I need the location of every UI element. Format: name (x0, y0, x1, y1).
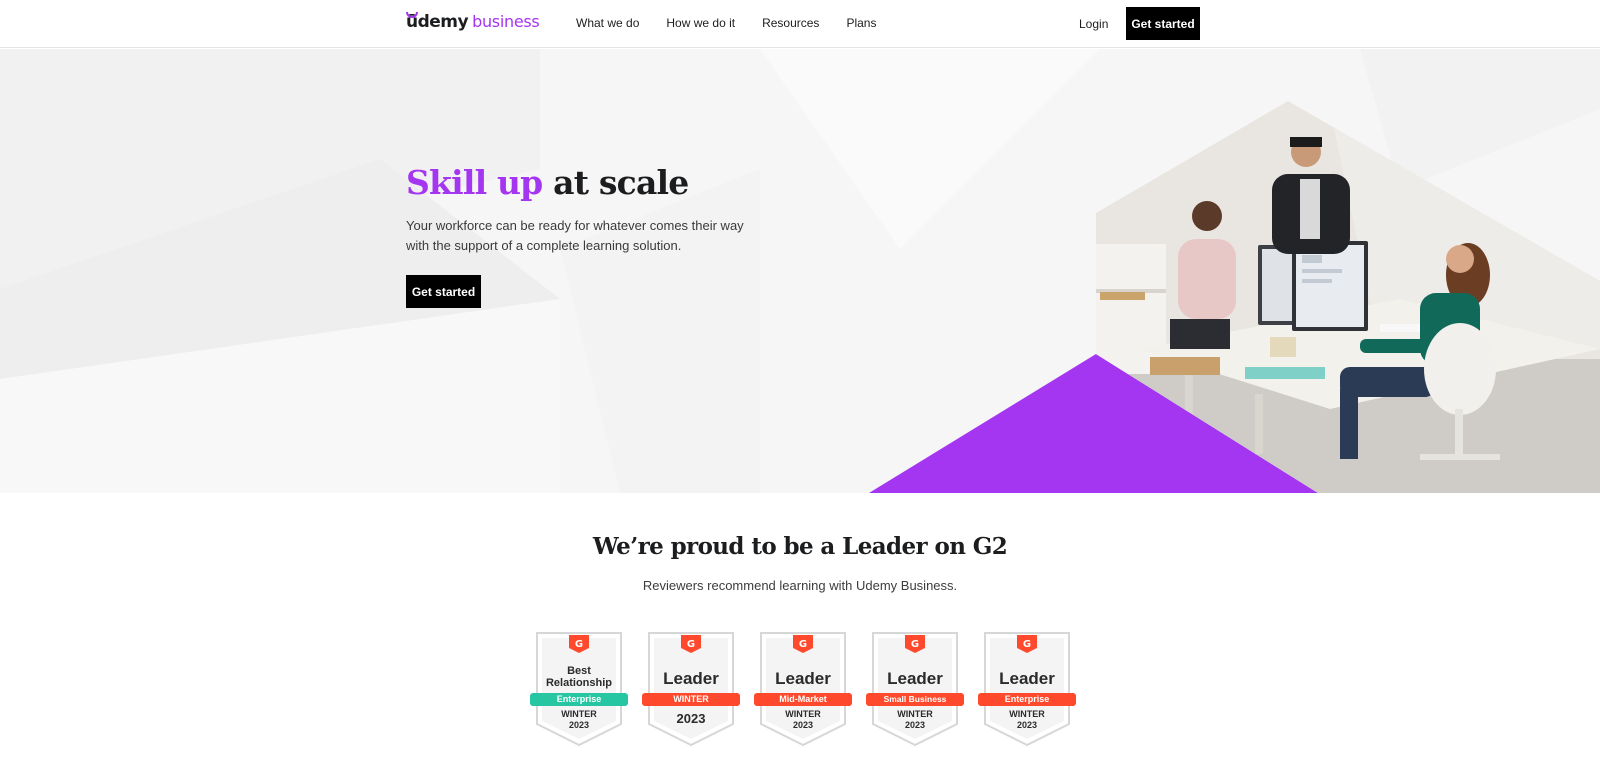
nav-item-plans[interactable]: Plans (846, 16, 876, 30)
badge-season: WINTER (897, 709, 933, 719)
badge-title: Leader (887, 669, 943, 688)
nav-item-resources[interactable]: Resources (762, 16, 819, 30)
badge-year: 2023 (792, 720, 814, 730)
hero-section: Skill up at scale Your workforce can be … (0, 49, 1600, 493)
g2-logo-icon: G (793, 635, 813, 653)
hero-title-accent: Skill up (406, 163, 543, 202)
g2-logo-icon: G (1017, 635, 1037, 653)
logo-wordmark: ūdemy (406, 12, 469, 32)
badge-title-line1: Best (567, 665, 591, 677)
g2-section-title: We’re proud to be a Leader on G2 (592, 533, 1008, 560)
g2-section-subtitle: Reviewers recommend learning with Udemy … (642, 578, 958, 593)
badge-title: Leader (999, 669, 1055, 688)
udemy-business-logo[interactable]: ūdemy business (406, 12, 540, 34)
login-link[interactable]: Login (1079, 17, 1108, 31)
hero-title: Skill up at scale (406, 163, 689, 202)
badge-season: WINTER (785, 709, 821, 719)
g2-badges: G Best Relationship Enterprise WINTER 20… (530, 632, 1078, 747)
site-header: ūdemy business What we do How we do it R… (0, 0, 1600, 48)
badge-ribbon: Mid-Market (754, 693, 852, 706)
badge-ribbon: WINTER (642, 693, 740, 706)
hero-subtitle: Your workforce can be ready for whatever… (406, 218, 744, 253)
svg-text:G: G (799, 639, 807, 650)
hero-get-started-button[interactable]: Get started (406, 275, 481, 308)
badge-ribbon: Enterprise (530, 693, 628, 706)
g2-badge-leader-enterprise[interactable]: G Leader Enterprise WINTER 2023 (978, 632, 1076, 747)
svg-text:G: G (1023, 639, 1031, 650)
header-get-started-button[interactable]: Get started (1126, 7, 1200, 40)
badge-title-line2: Relationship (545, 677, 612, 689)
g2-badge-leader-winter[interactable]: G Leader WINTER 2023 (642, 632, 740, 747)
g2-logo-icon: G (681, 635, 701, 653)
badge-title: Leader (775, 669, 831, 688)
office-team-photo (869, 101, 1600, 493)
logo-business-word: business (472, 12, 540, 31)
svg-text:G: G (687, 639, 695, 650)
main-nav: What we do How we do it Resources Plans (576, 16, 903, 30)
svg-text:G: G (911, 639, 919, 650)
g2-badge-leader-small-business[interactable]: G Leader Small Business WINTER 2023 (866, 632, 964, 747)
g2-logo-icon: G (905, 635, 925, 653)
badge-ribbon: Enterprise (978, 693, 1076, 706)
badge-ribbon: Small Business (866, 693, 964, 706)
nav-item-how-we-do-it[interactable]: How we do it (666, 16, 735, 30)
badge-year: 2023 (568, 720, 590, 730)
svg-text:G: G (575, 639, 583, 650)
g2-badge-leader-mid-market[interactable]: G Leader Mid-Market WINTER 2023 (754, 632, 852, 747)
badge-season: WINTER (1009, 709, 1045, 719)
g2-logo-icon: G (569, 635, 589, 653)
badge-year: 2023 (676, 711, 706, 726)
badge-year: 2023 (1016, 720, 1038, 730)
nav-item-what-we-do[interactable]: What we do (576, 16, 639, 30)
badge-season: WINTER (561, 709, 597, 719)
hero-title-rest: at scale (553, 163, 689, 202)
badge-year: 2023 (904, 720, 926, 730)
badge-title: Leader (663, 669, 719, 688)
g2-badge-best-relationship[interactable]: G Best Relationship Enterprise WINTER 20… (530, 632, 628, 747)
